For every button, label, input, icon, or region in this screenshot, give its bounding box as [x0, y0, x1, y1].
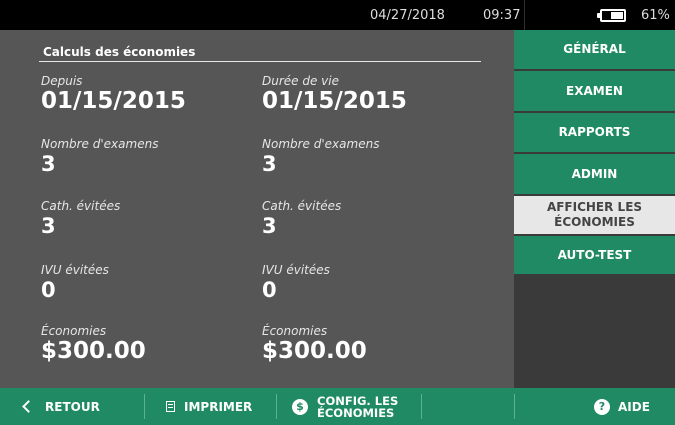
- print-button[interactable]: IMPRIMER: [166, 388, 276, 425]
- stat-value: 3: [41, 214, 56, 238]
- config-savings-label: CONFIG. LES ÉCONOMIES: [317, 395, 398, 419]
- menu-item-reports[interactable]: RAPPORTS: [514, 113, 675, 154]
- menu-item-label: ADMIN: [571, 166, 618, 181]
- stat-label: Cath. évitées: [262, 199, 342, 213]
- stat-lifetime-4: Économies $300.00: [262, 324, 367, 364]
- battery-icon: [597, 9, 626, 22]
- menu-item-label: EXAMEN: [566, 83, 623, 98]
- dollar-circle-icon: $: [292, 398, 308, 415]
- stat-value: 01/15/2015: [41, 88, 186, 114]
- chevron-left-icon: [22, 400, 35, 413]
- stat-label: Depuis: [41, 74, 83, 88]
- stat-value: 0: [41, 278, 56, 302]
- stat-since-1: Nombre d'examens 3: [41, 137, 158, 177]
- stat-label: Économies: [41, 324, 107, 338]
- battery-percent: 61%: [641, 8, 670, 23]
- menu-item-show-savings[interactable]: AFFICHER LES ÉCONOMIES: [514, 196, 675, 236]
- toolbar-separator: [276, 394, 277, 419]
- stat-value: $300.00: [41, 338, 146, 364]
- help-label: AIDE: [618, 399, 650, 414]
- stat-lifetime-2: Cath. évitées 3: [262, 199, 341, 239]
- toolbar-separator: [421, 394, 422, 419]
- stat-label: Nombre d'examens: [262, 137, 380, 151]
- status-bar: 04/27/2018 09:37 61%: [0, 0, 675, 30]
- battery-level-fill: [610, 12, 623, 19]
- stat-since-4: Économies $300.00: [41, 324, 146, 364]
- status-date: 04/27/2018: [370, 8, 445, 23]
- help-circle-icon: ?: [594, 398, 610, 415]
- stat-lifetime-1: Nombre d'examens 3: [262, 137, 379, 177]
- section-underline: [39, 61, 481, 62]
- menu-item-exam[interactable]: EXAMEN: [514, 71, 675, 113]
- stat-since-3: IVU évitées 0: [41, 263, 109, 303]
- savings-panel: Calculs des économies Depuis 01/15/2015 No…: [0, 30, 514, 388]
- back-button[interactable]: RETOUR: [20, 388, 140, 425]
- menu-item-self-test[interactable]: AUTO-TEST: [514, 236, 675, 276]
- stat-label: IVU évitées: [41, 263, 109, 277]
- menu-item-general[interactable]: GÉNÉRAL: [514, 30, 675, 71]
- right-menu: GÉNÉRAL EXAMEN RAPPORTS ADMIN AFFICHER LES É…: [514, 30, 675, 388]
- stat-lifetime-3: IVU évitées 0: [262, 263, 330, 303]
- section-title: Calculs des économies: [43, 45, 196, 59]
- menu-item-label: AUTO-TEST: [557, 247, 632, 262]
- back-label: RETOUR: [45, 399, 100, 414]
- help-button[interactable]: ? AIDE: [594, 388, 669, 425]
- toolbar-separator: [514, 394, 515, 419]
- stat-label: Nombre d'examens: [41, 137, 159, 151]
- stat-since-0: Depuis 01/15/2015: [41, 74, 186, 114]
- stat-value: 3: [41, 152, 56, 176]
- status-divider: [524, 0, 525, 30]
- status-time: 09:37: [483, 8, 521, 23]
- menu-item-label: RAPPORTS: [558, 125, 631, 139]
- stat-value: 3: [262, 152, 277, 176]
- menu-item-label: GÉNÉRAL: [563, 42, 626, 56]
- stat-value: $300.00: [262, 338, 367, 364]
- stat-value: 0: [262, 278, 277, 302]
- config-savings-label-line2: ÉCONOMIES: [317, 405, 395, 420]
- stat-value: 01/15/2015: [262, 88, 407, 114]
- stat-label: IVU évitées: [262, 263, 330, 277]
- print-label: IMPRIMER: [184, 399, 253, 414]
- config-savings-button[interactable]: $ CONFIG. LES ÉCONOMIES: [292, 388, 422, 425]
- stat-lifetime-0: Durée de vie 01/15/2015: [262, 74, 407, 114]
- stat-since-2: Cath. évitées 3: [41, 199, 120, 239]
- bottom-toolbar: RETOUR IMPRIMER $ CONFIG. LES ÉCONOMIES …: [0, 388, 675, 425]
- stat-label: Cath. évitées: [41, 199, 121, 213]
- stat-value: 3: [262, 214, 277, 238]
- print-icon: [166, 401, 175, 412]
- menu-item-label: AFFICHER LES ÉCONOMIES: [546, 200, 643, 229]
- stat-label: Durée de vie: [262, 74, 339, 88]
- toolbar-separator: [144, 394, 145, 419]
- config-savings-label-line1: CONFIG. LES: [317, 393, 399, 408]
- menu-item-admin[interactable]: ADMIN: [514, 154, 675, 196]
- stat-label: Économies: [262, 324, 328, 338]
